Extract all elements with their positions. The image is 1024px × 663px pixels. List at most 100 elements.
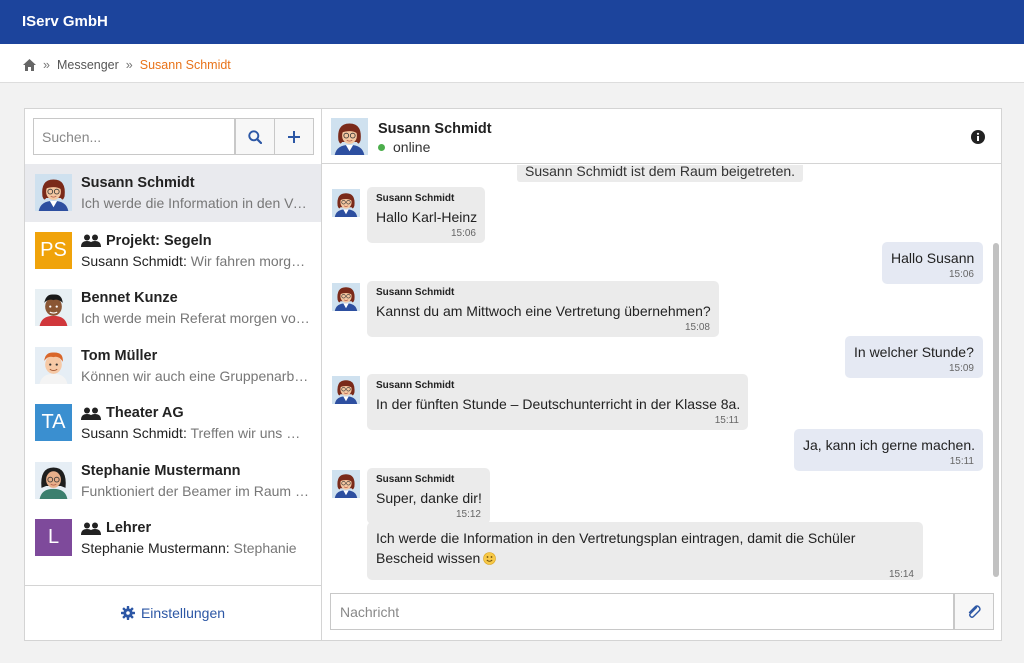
message-bubble: Susann Schmidt In der fünften Stunde – D…	[367, 374, 748, 430]
conversation-title: Tom Müller	[81, 347, 158, 364]
message-text: In welcher Stunde?	[854, 344, 974, 360]
message-time: 15:06	[450, 228, 476, 239]
conversation-title: Bennet Kunze	[81, 290, 178, 306]
search-input[interactable]	[33, 118, 235, 155]
message-avatar	[332, 376, 360, 404]
preview-sender: Susann Schmidt:	[81, 425, 187, 441]
breadcrumb-bar: » Messenger » Susann Schmidt	[0, 44, 1024, 83]
search-icon	[248, 129, 262, 144]
paperclip-icon	[968, 604, 981, 618]
message-composer	[330, 593, 994, 630]
preview-text: Wir fahren morgen um 9 Uhr los	[190, 252, 311, 269]
breadcrumb-separator: »	[125, 58, 133, 72]
conversation-preview: Ich werde die Information in den Vertret…	[81, 195, 311, 211]
message-text-content: Ich werde die Information in den Vertret…	[376, 530, 856, 566]
group-icon	[81, 522, 101, 535]
conversation-title: Projekt: Segeln	[81, 233, 311, 249]
message-time: 15:08	[684, 322, 710, 333]
contact-avatar	[331, 118, 368, 155]
info-icon[interactable]	[971, 130, 985, 144]
conversation-name: Lehrer	[106, 520, 152, 536]
group-icon	[81, 234, 101, 247]
breadcrumb-messenger[interactable]: Messenger	[57, 58, 119, 72]
message-avatar	[332, 189, 360, 217]
message-input[interactable]	[330, 593, 954, 630]
conversation-preview: Stephanie Mustermann: Stephanie	[81, 540, 311, 556]
message-bubble: Susann Schmidt Hallo Karl-Heinz 15:06	[367, 187, 485, 243]
conversation-name: Theater AG	[106, 405, 184, 421]
conversation-item[interactable]: Bennet Kunze Ich werde mein Referat morg…	[25, 279, 321, 337]
conversation-item[interactable]: TA Theater AG Susann Schmidt: Treffen wi…	[25, 394, 321, 452]
breadcrumb-current: Susann Schmidt	[139, 58, 231, 72]
contact-name: Susann Schmidt	[378, 121, 492, 137]
conversation-preview: Susann Schmidt: Treffen wir uns morgen?	[81, 425, 311, 441]
status-text: online	[393, 139, 431, 155]
conversation-item[interactable]: L Lehrer Stephanie Mustermann: Stephanie	[25, 509, 321, 567]
initials-avatar: PS	[35, 231, 72, 269]
chat-header: Susann Schmidt online	[322, 109, 1001, 164]
message-text: Ja, kann ich gerne machen.	[803, 437, 975, 453]
message-avatar	[332, 470, 360, 498]
message-list[interactable]: Susann Schmidt ist dem Raum beigetreten.…	[322, 165, 1001, 585]
conversation-preview: Funktioniert der Beamer im Raum 12?	[81, 482, 311, 499]
search-button[interactable]	[235, 118, 275, 155]
preview-sender: Stephanie Mustermann:	[81, 540, 230, 556]
avatar-bennet	[35, 289, 72, 326]
message-bubble: Susann Schmidt Super, danke dir! 15:12	[367, 468, 490, 524]
conversation-item[interactable]: Stephanie Mustermann Funktioniert der Be…	[25, 452, 321, 510]
brand-title[interactable]: IServ GmbH	[22, 13, 108, 30]
message-time: 15:12	[455, 509, 481, 520]
conversation-sidebar: Susann Schmidt Ich werde die Information…	[25, 109, 322, 640]
initials-avatar: L	[35, 519, 72, 556]
message-sender: Susann Schmidt	[376, 380, 455, 391]
settings-label: Einstellungen	[140, 605, 226, 621]
breadcrumb-separator: »	[43, 58, 50, 72]
conversation-item[interactable]: Tom Müller Können wir auch eine Gruppena…	[25, 337, 321, 395]
preview-text: Stephanie	[233, 540, 297, 556]
avatar-susann	[35, 174, 72, 211]
message-time: 15:06	[948, 269, 974, 280]
conversation-list: Susann Schmidt Ich werde die Information…	[25, 164, 321, 567]
message-time: 15:09	[948, 363, 974, 374]
breadcrumb: » Messenger » Susann Schmidt	[23, 58, 231, 72]
message-time: 15:14	[888, 569, 914, 580]
avatar-stephanie	[35, 462, 72, 499]
message-sender: Susann Schmidt	[376, 287, 455, 298]
preview-sender: Susann Schmidt:	[81, 252, 187, 269]
message-text: Super, danke dir!	[376, 490, 482, 506]
message-time: 15:11	[949, 456, 974, 467]
conversation-item[interactable]: Susann Schmidt Ich werde die Information…	[25, 164, 321, 222]
message-sender: Susann Schmidt	[376, 193, 455, 204]
new-conversation-button[interactable]	[274, 118, 314, 155]
message-time: 15:11	[714, 415, 739, 426]
settings-link[interactable]: Einstellungen	[25, 585, 321, 640]
conversation-name: Projekt: Segeln	[106, 232, 212, 249]
search-bar	[33, 118, 314, 155]
conversation-preview: Können wir auch eine Gruppenarbeit mache…	[81, 367, 311, 384]
conversation-title: Susann Schmidt	[81, 175, 195, 191]
group-icon	[81, 407, 101, 420]
initials-avatar: TA	[35, 404, 72, 441]
plus-icon	[288, 130, 300, 143]
attach-button[interactable]	[954, 593, 994, 630]
message-text: In der fünften Stunde – Deutschunterrich…	[376, 396, 741, 412]
conversation-title: Stephanie Mustermann	[81, 462, 241, 479]
top-bar: IServ GmbH	[0, 0, 1024, 44]
conversation-preview: Susann Schmidt: Wir fahren morgen um 9 U…	[81, 253, 311, 269]
message-text: Ich werde die Information in den Vertret…	[376, 528, 914, 568]
conversation-title: Theater AG	[81, 405, 311, 421]
message-text: Hallo Susann	[891, 250, 975, 266]
message-avatar	[332, 283, 360, 311]
scrollbar[interactable]	[993, 243, 999, 577]
preview-text: Treffen wir uns morgen?	[190, 425, 311, 441]
messenger-panel: Susann Schmidt Ich werde die Information…	[24, 108, 1002, 641]
conversation-preview: Ich werde mein Referat morgen vorstellen	[81, 310, 311, 326]
system-message: Susann Schmidt ist dem Raum beigetreten.	[517, 165, 804, 182]
conversation-item[interactable]: PS Projekt: Segeln Susann Schmidt: Wir f…	[25, 222, 321, 280]
smiley-icon	[483, 552, 497, 565]
message-bubble: Susann Schmidt Kannst du am Mittwoch ein…	[367, 281, 719, 337]
home-icon[interactable]	[23, 59, 36, 71]
contact-status: online	[378, 139, 430, 155]
message-bubble: Ja, kann ich gerne machen. 15:11	[794, 429, 983, 471]
message-bubble: In welcher Stunde? 15:09	[845, 336, 983, 378]
